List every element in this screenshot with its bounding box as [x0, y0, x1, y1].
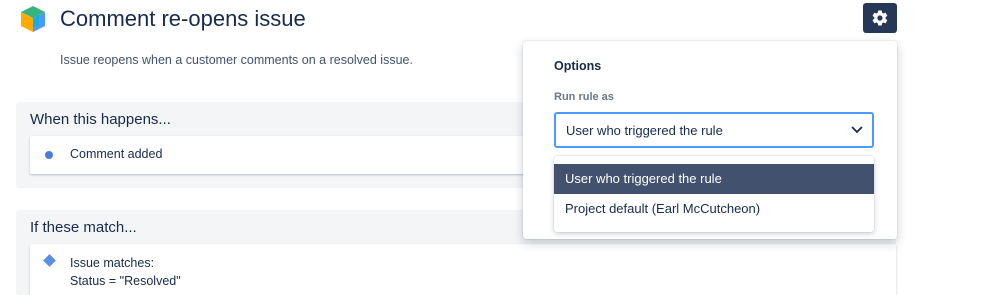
rule-title: Comment re-opens issue [60, 6, 306, 31]
options-panel: Options Run rule as User who triggered t… [523, 41, 897, 239]
menu-option-project-default[interactable]: Project default (Earl McCutcheon) [554, 194, 874, 224]
condition-line-1: Issue matches: [70, 256, 155, 270]
run-rule-as-value: User who triggered the rule [566, 123, 723, 138]
run-rule-as-select[interactable]: User who triggered the rule [554, 112, 874, 148]
trigger-heading: When this happens... [30, 111, 171, 128]
trigger-component[interactable]: Comment added [30, 136, 536, 174]
settings-button[interactable] [863, 3, 897, 33]
gear-icon [872, 10, 888, 26]
condition-heading: If these match... [30, 219, 137, 236]
condition-component[interactable]: Issue matches: Status = "Resolved" [30, 244, 896, 295]
options-title: Options [554, 59, 602, 73]
rule-description: Issue reopens when a customer comments o… [60, 53, 413, 67]
cube-icon [21, 6, 45, 32]
trigger-component-label: Comment added [70, 147, 163, 161]
condition-line-2: Status = "Resolved" [70, 274, 181, 288]
condition-component-label: Issue matches: Status = "Resolved" [70, 254, 181, 290]
run-rule-as-menu: User who triggered the rule Project defa… [554, 156, 874, 232]
trigger-dot-icon [45, 151, 53, 159]
trigger-section: When this happens... Comment added [16, 102, 536, 188]
automation-rule-page: Comment re-opens issue Issue reopens whe… [0, 0, 998, 295]
chevron-down-icon [851, 126, 863, 134]
condition-diamond-icon [43, 254, 56, 267]
menu-option-user-who-triggered[interactable]: User who triggered the rule [554, 164, 874, 194]
run-rule-as-label: Run rule as [554, 91, 614, 103]
